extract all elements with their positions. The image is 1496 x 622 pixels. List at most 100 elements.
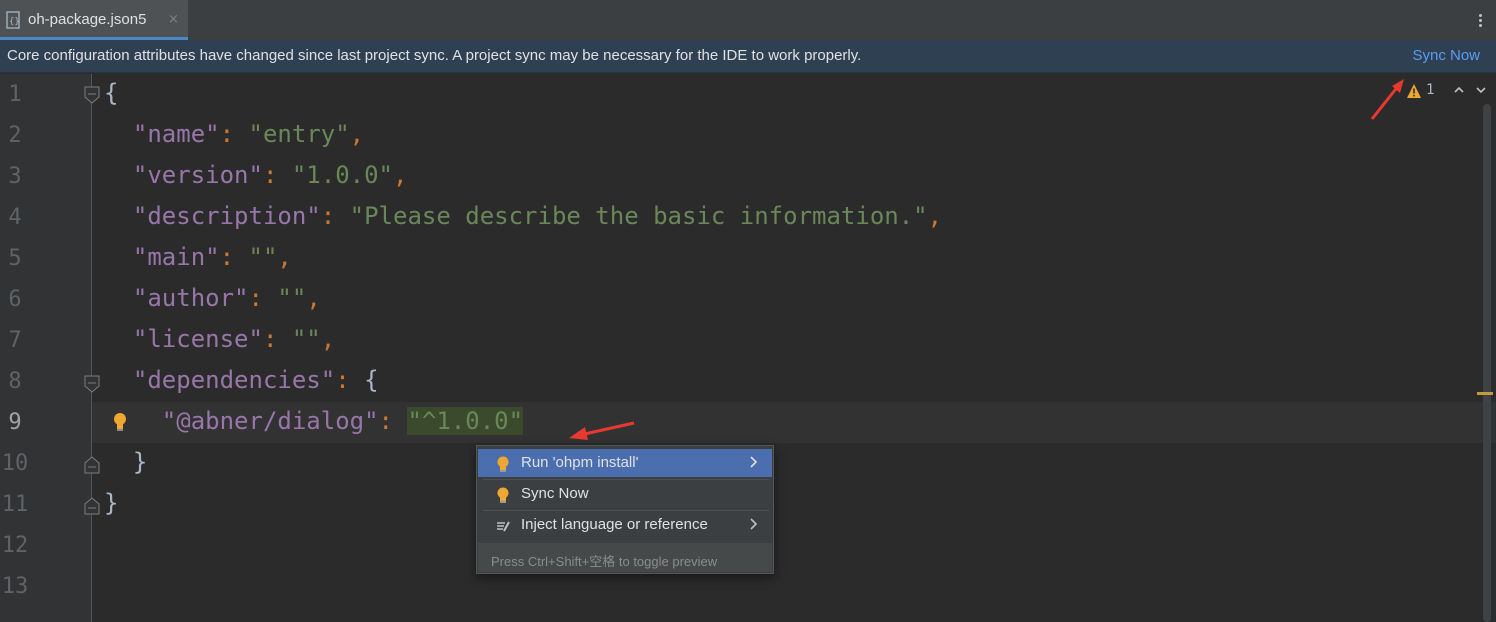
code-token: {: [104, 79, 119, 107]
code-token: "entry": [248, 120, 350, 148]
menu-item-sync-now[interactable]: Sync Now: [478, 480, 772, 508]
menu-item-run-ohpm-install[interactable]: Run 'ohpm install': [478, 449, 772, 477]
fold-close-icon[interactable]: [84, 497, 100, 515]
code-token: "author": [132, 284, 249, 312]
tab-oh-package-json5[interactable]: {} oh-package.json5 ×: [0, 0, 188, 40]
code-token: ,: [349, 120, 365, 148]
code-token: "Please describe the basic information.": [349, 202, 928, 230]
code-line[interactable]: "name": "entry",: [92, 115, 1496, 156]
intention-actions-popup: Run 'ohpm install' Sync Now Inject langu…: [476, 445, 774, 574]
code-token: "name": [132, 120, 220, 148]
menu-item-label: Sync Now: [521, 485, 589, 502]
code-token: ,: [927, 202, 943, 230]
code-token: :: [378, 407, 408, 435]
code-line[interactable]: "author": "",: [92, 279, 1496, 320]
code-token: ,: [393, 161, 408, 189]
code-token: ,: [320, 325, 336, 353]
line-number: 7: [8, 328, 22, 353]
warning-stripe-marker[interactable]: [1477, 392, 1493, 395]
code-token: "1.0.0": [291, 161, 394, 189]
code-token: :: [320, 202, 350, 230]
code-text: {: [104, 79, 118, 107]
code-text: "version": "1.0.0",: [104, 161, 408, 189]
code-token: "version": [132, 161, 263, 189]
code-line[interactable]: "version": "1.0.0",: [92, 156, 1496, 197]
code-line[interactable]: {: [92, 74, 1496, 115]
code-text: "@abner/dialog": "^1.0.0": [104, 407, 524, 435]
code-token: "": [291, 325, 321, 353]
line-number: 8: [8, 369, 22, 394]
more-options-icon[interactable]: [1472, 12, 1488, 30]
line-number: 1: [8, 82, 22, 107]
editor-tab-bar: {} oh-package.json5 ×: [0, 0, 1496, 40]
sync-notification-banner: Core configuration attributes have chang…: [0, 40, 1496, 73]
fold-open-icon[interactable]: [84, 86, 100, 104]
line-number: 13: [1, 574, 29, 599]
close-tab-icon[interactable]: ×: [168, 12, 179, 27]
code-text: "description": "Please describe the basi…: [104, 202, 942, 230]
code-line[interactable]: }: [92, 484, 1496, 525]
code-line[interactable]: [92, 525, 1496, 566]
code-token: :: [219, 243, 249, 271]
fold-open-icon[interactable]: [84, 375, 100, 393]
code-text: }: [104, 448, 147, 476]
code-line[interactable]: "dependencies": {: [92, 361, 1496, 402]
toggle-preview-hint: Press Ctrl+Shift+空格 to toggle preview: [491, 554, 718, 569]
code-token: "main": [132, 243, 220, 271]
vertical-scrollbar[interactable]: [1483, 104, 1491, 622]
code-line[interactable]: "description": "Please describe the basi…: [92, 197, 1496, 238]
code-token: ,: [277, 243, 292, 271]
code-token: }: [132, 448, 148, 476]
code-token: "@abner/dialog": [161, 407, 379, 435]
line-number: 10: [1, 451, 29, 476]
json-file-icon: {}: [6, 11, 20, 29]
sync-now-link[interactable]: Sync Now: [1412, 47, 1480, 64]
code-token: }: [104, 489, 119, 517]
line-number: 6: [8, 287, 22, 312]
menu-item-inject-language[interactable]: Inject language or reference: [478, 511, 772, 539]
code-token: {: [364, 366, 379, 394]
code-text: "main": "",: [104, 243, 292, 271]
code-token: "": [277, 284, 307, 312]
line-number: 9: [8, 410, 22, 435]
intention-bulb-icon[interactable]: [111, 411, 129, 433]
line-number: 3: [8, 164, 22, 189]
code-token: :: [219, 120, 249, 148]
bulb-icon: [497, 456, 509, 472]
code-token: :: [335, 366, 365, 394]
code-token: "description": [132, 202, 321, 230]
code-token: :: [262, 161, 292, 189]
warning-count: 1: [1426, 82, 1435, 98]
popup-footer: Press Ctrl+Shift+空格 to toggle preview: [478, 543, 772, 572]
chevron-up-icon[interactable]: [1452, 83, 1466, 97]
line-number: 5: [8, 246, 22, 271]
code-line[interactable]: "@abner/dialog": "^1.0.0": [92, 402, 1496, 443]
code-line[interactable]: }: [92, 443, 1496, 484]
code-token: "": [248, 243, 278, 271]
fold-close-icon[interactable]: [84, 456, 100, 474]
code-line[interactable]: [92, 566, 1496, 607]
annotation-arrow-icon: [1370, 79, 1404, 120]
code-token: "dependencies": [132, 366, 336, 394]
code-text: "name": "entry",: [104, 120, 364, 148]
code-line[interactable]: "main": "",: [92, 238, 1496, 279]
code-text: }: [104, 489, 118, 517]
menu-item-label: Run 'ohpm install': [521, 454, 639, 471]
code-line[interactable]: "license": "",: [92, 320, 1496, 361]
code-editor[interactable]: { "name": "entry", "version": "1.0.0", "…: [92, 74, 1496, 622]
code-text: "license": "",: [104, 325, 335, 353]
code-token: :: [262, 325, 292, 353]
code-token: "license": [132, 325, 263, 353]
annotation-arrow-icon: [569, 421, 635, 440]
bulb-icon: [497, 487, 509, 503]
code-token: :: [248, 284, 278, 312]
chevron-down-icon[interactable]: [1474, 83, 1488, 97]
